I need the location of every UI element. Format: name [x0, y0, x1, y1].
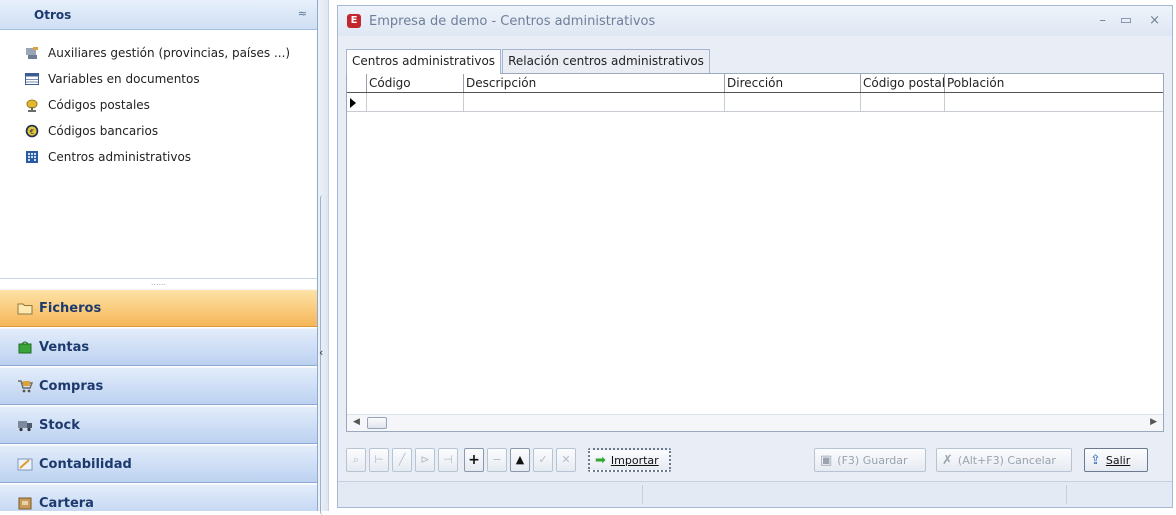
nav-item-variables[interactable]: Variables en documentos — [0, 66, 317, 92]
move-up-icon[interactable]: ▲ — [510, 448, 530, 472]
truck-icon — [18, 421, 32, 432]
tab-strip: Centros administrativos Relación centros… — [346, 49, 711, 74]
child-window: E Empresa de demo - Centros administrati… — [337, 5, 1173, 508]
save-button[interactable]: ▣ (F3) Guardar — [814, 448, 926, 472]
building-icon — [26, 151, 38, 163]
cell-poblacion[interactable] — [945, 93, 1163, 112]
mailbox-icon — [26, 99, 38, 112]
group-label: Stock — [39, 417, 80, 433]
cancel-button-label: (Alt+F3) Cancelar — [957, 453, 1056, 467]
window-titlebar[interactable]: E Empresa de demo - Centros administrati… — [338, 6, 1172, 36]
previous-record-icon[interactable]: ╱ — [392, 448, 412, 472]
cell-codigo[interactable] — [367, 93, 464, 112]
import-button-label: Importar — [610, 453, 659, 467]
pane-divider[interactable]: ‹ — [318, 0, 329, 515]
tab-relacion-centros[interactable]: Relación centros administrativos — [502, 49, 710, 73]
floppy-disk-icon: ▣ — [820, 452, 833, 468]
horizontal-scrollbar[interactable]: ◀ ▶ — [347, 414, 1163, 431]
pane-splitter[interactable]: ...... — [0, 278, 317, 288]
column-header-direccion[interactable]: Dirección — [725, 74, 861, 92]
cell-descripcion[interactable] — [464, 93, 725, 112]
scroll-right-icon[interactable]: ▶ — [1150, 417, 1157, 427]
group-label: Compras — [39, 378, 104, 394]
collapse-section-icon[interactable]: ≈ — [298, 7, 307, 20]
tab-centros-administrativos[interactable]: Centros administrativos — [346, 49, 502, 74]
section-header[interactable]: Otros ≈ — [0, 0, 317, 30]
nav-item-label: Códigos bancarios — [48, 124, 159, 138]
wallet-icon — [18, 497, 32, 510]
column-header-poblacion[interactable]: Población — [945, 74, 1163, 92]
svg-text:€: € — [30, 128, 34, 136]
search-icon[interactable]: ⌕ — [346, 448, 366, 472]
next-record-icon[interactable]: ⊳ — [415, 448, 435, 472]
discard-icon[interactable]: ✕ — [556, 448, 576, 472]
import-arrow-icon: ➡ — [595, 452, 606, 468]
nav-item-label: Centros administrativos — [48, 150, 192, 164]
import-button[interactable]: ➡ Importar — [588, 448, 671, 472]
group-stock[interactable]: Stock — [0, 406, 317, 444]
table-row[interactable] — [347, 93, 1163, 112]
last-record-icon[interactable]: ⊣ — [438, 448, 458, 472]
group-ficheros[interactable]: Ficheros — [0, 289, 317, 327]
save-button-label: (F3) Guardar — [837, 453, 908, 467]
maximize-icon[interactable]: ▭ — [1120, 13, 1132, 28]
nav-item-auxiliares[interactable]: Auxiliares gestión (provincias, países .… — [0, 40, 317, 66]
table-icon — [25, 73, 39, 85]
shopping-bag-icon — [18, 341, 32, 354]
cancel-icon: ✗ — [942, 452, 953, 468]
grid-header: Código Descripción Dirección Código post… — [347, 74, 1163, 93]
grid-header-indicator — [347, 74, 367, 92]
nav-item-label: Códigos postales — [48, 98, 150, 112]
group-contabilidad[interactable]: Contabilidad — [0, 445, 317, 483]
add-record-icon[interactable]: + — [464, 448, 484, 472]
nav-item-centros-administrativos[interactable]: Centros administrativos — [0, 144, 317, 170]
row-indicator-cell — [347, 93, 367, 112]
ledger-icon — [17, 458, 33, 471]
group-compras[interactable]: Compras — [0, 367, 317, 405]
group-label: Ficheros — [39, 300, 102, 316]
group-label: Cartera — [39, 495, 94, 511]
navigation-pane: Otros ≈ Auxiliares gestión (provincias, … — [0, 0, 318, 511]
scroll-left-icon[interactable]: ◀ — [353, 417, 360, 427]
tools-icon — [26, 47, 38, 59]
column-header-descripcion[interactable]: Descripción — [464, 74, 725, 92]
status-bar — [338, 481, 1172, 507]
status-segment — [338, 485, 643, 504]
nav-item-codigos-postales[interactable]: Códigos postales — [0, 92, 317, 118]
record-toolbar: ⌕ ⊢ ╱ ⊳ ⊣ + − ▲ ✓ ✕ ➡ Importar ▣ (F3) Gu… — [346, 448, 1166, 476]
column-header-codigo-postal[interactable]: Código postal — [861, 74, 945, 92]
collapse-pane-icon[interactable]: ‹ — [319, 346, 323, 359]
data-grid: Código Descripción Dirección Código post… — [346, 73, 1164, 432]
cell-codigo-postal[interactable] — [861, 93, 945, 112]
status-segment — [643, 485, 1067, 504]
euro-coin-icon: € — [25, 124, 39, 138]
first-record-icon[interactable]: ⊢ — [369, 448, 389, 472]
cell-direccion[interactable] — [725, 93, 861, 112]
group-label: Ventas — [39, 339, 90, 355]
group-label: Contabilidad — [39, 456, 132, 472]
current-row-arrow-icon — [350, 98, 356, 108]
close-icon[interactable]: × — [1149, 13, 1160, 28]
nav-item-label: Auxiliares gestión (provincias, países .… — [48, 46, 291, 60]
cancel-button[interactable]: ✗ (Alt+F3) Cancelar — [936, 448, 1072, 472]
nav-item-label: Variables en documentos — [48, 72, 200, 86]
window-title: Empresa de demo - Centros administrativo… — [369, 13, 656, 29]
section-item-list: Auxiliares gestión (provincias, países .… — [0, 30, 317, 170]
exit-icon: ⇪ — [1090, 452, 1101, 468]
group-ventas[interactable]: Ventas — [0, 328, 317, 366]
cart-icon — [18, 380, 33, 393]
exit-button-label: Salir — [1105, 453, 1131, 467]
nav-item-codigos-bancarios[interactable]: € Códigos bancarios — [0, 118, 317, 144]
group-cartera[interactable]: Cartera — [0, 484, 317, 511]
scroll-thumb[interactable] — [367, 417, 387, 429]
exit-button[interactable]: ⇪ Salir — [1084, 448, 1148, 472]
confirm-icon[interactable]: ✓ — [533, 448, 553, 472]
folder-icon — [17, 303, 33, 315]
minimize-icon[interactable]: – — [1100, 13, 1107, 28]
section-title: Otros — [34, 8, 72, 22]
delete-record-icon[interactable]: − — [487, 448, 507, 472]
app-icon: E — [347, 14, 361, 28]
column-header-codigo[interactable]: Código — [367, 74, 464, 92]
